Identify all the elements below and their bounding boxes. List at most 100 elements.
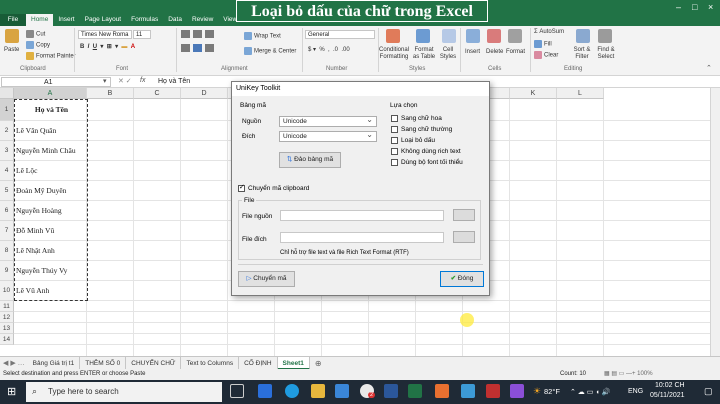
row-header[interactable]: 4 [0,161,14,181]
sort-filter-button[interactable]: Sort & Filter [571,47,593,61]
clock-time[interactable]: 10:02 CH [655,382,685,389]
dest-encoding-select[interactable]: Unicode [279,130,377,142]
option-checkbox[interactable] [391,158,398,166]
ribbon-tab-page-layout[interactable]: Page Layout [80,14,127,26]
sheet-tab[interactable]: CHUYỂN CHỮ [126,356,182,370]
delete-cells-icon[interactable] [487,29,501,43]
format-button[interactable]: Format [506,49,525,55]
select-all-corner[interactable] [0,88,14,99]
unikey-icon[interactable] [486,384,500,398]
sheet-tab[interactable]: Bảng Giá trị t1 [28,356,81,370]
ribbon-tab-insert[interactable]: Insert [53,14,79,26]
cell-styles-icon[interactable] [442,29,456,43]
notifications-icon[interactable]: ▢ [704,386,713,397]
row-header[interactable]: 8 [0,241,14,261]
row-header[interactable]: 12 [0,312,14,323]
close-button[interactable]: ✔ Đóng [440,271,484,287]
file-explorer-icon[interactable] [311,384,325,398]
tray-icons[interactable]: ⌃ ☁ ▭ ◖ 🔊 [570,388,610,396]
find-select-icon[interactable] [598,29,612,43]
row-header[interactable]: 11 [0,301,14,312]
row-header[interactable]: 6 [0,201,14,221]
option-checkbox[interactable] [391,114,398,122]
cut-button[interactable]: Cut [26,30,45,38]
align-center-icon[interactable] [193,44,202,52]
format-painter-button[interactable]: Format Painter [26,52,76,60]
file-source-input[interactable] [280,210,444,221]
copy-button[interactable]: Copy [26,41,50,49]
taskbar-search[interactable]: Type here to search [26,382,222,402]
column-header-d[interactable]: D [181,88,228,99]
app-icon-11[interactable] [510,384,524,398]
delete-button[interactable]: Delete [486,49,503,55]
convert-button[interactable]: ▷ Chuyển mã [238,271,295,287]
paste-button[interactable]: Paste [4,47,19,53]
close-icon[interactable]: × [708,2,713,12]
name-box-dropdown-icon[interactable]: ▾ [103,77,107,85]
option-checkbox[interactable] [391,125,398,133]
row-header[interactable]: 9 [0,261,14,281]
add-sheet-icon[interactable]: ⊕ [310,359,327,368]
app-icon-8[interactable] [435,384,449,398]
word-icon[interactable] [384,384,398,398]
minimize-icon[interactable]: – [676,2,681,12]
row-header[interactable]: 1 [0,99,14,121]
app-icon-1[interactable] [258,384,272,398]
input-language[interactable]: ENG [628,388,643,395]
swap-encoding-button[interactable]: ⇅ Đảo bảng mã [279,152,341,168]
row-header[interactable]: 14 [0,334,14,345]
insert-function-button[interactable]: fx [140,77,145,84]
column-header-b[interactable]: B [87,88,134,99]
option-item[interactable]: Dùng bộ font tối thiểu [391,158,463,169]
excel-icon[interactable] [408,384,422,398]
align-top-icon[interactable] [181,30,190,38]
option-item[interactable]: Sang chữ hoa [391,114,463,125]
align-left-icon[interactable] [181,44,190,52]
column-header-c[interactable]: C [134,88,181,99]
source-encoding-select[interactable]: Unicode [279,115,377,127]
app-icon-4[interactable] [335,384,349,398]
task-view-icon[interactable] [230,384,244,398]
sheet-tab[interactable]: CỐ ĐỊNH [239,356,278,370]
column-header-k[interactable]: K [510,88,557,99]
file-dest-input[interactable] [280,232,444,243]
option-item[interactable]: Loại bỏ dấu [391,136,463,147]
clipboard-option[interactable]: Chuyển mã clipboard [238,183,309,192]
font-name-select[interactable]: Times New Roma [78,30,132,39]
row-header[interactable]: 5 [0,181,14,201]
clock-date[interactable]: 05/11/2021 [650,392,685,399]
maximize-icon[interactable]: □ [692,2,697,12]
sheet-nav-arrows-icon[interactable]: ◀ ▶ … [0,359,28,367]
browse-dest-button[interactable] [453,231,475,243]
format-table-icon[interactable] [416,29,430,43]
row-header[interactable]: 7 [0,221,14,241]
view-buttons-icon[interactable]: ▦ ▤ ▭ —+ 100% [604,369,653,380]
paste-icon[interactable] [5,29,19,43]
option-checkbox[interactable] [391,147,398,155]
align-middle-icon[interactable] [193,30,202,38]
option-item[interactable]: Sang chữ thường [391,125,463,136]
clear-button[interactable]: Clear [534,51,558,59]
number-format-select[interactable]: General [305,30,375,39]
cancel-entry-icon[interactable]: ✕ ✓ [118,77,132,85]
row-header[interactable]: 3 [0,141,14,161]
bold-button[interactable]: B I U ▾ ⊞ ▾ ▬ A [80,43,135,50]
format-cells-icon[interactable] [508,29,522,43]
column-header-a[interactable]: A [14,88,87,99]
align-right-icon[interactable] [205,44,214,52]
app-icon-9[interactable] [461,384,475,398]
ribbon-tab-data[interactable]: Data [163,14,187,26]
number-format-buttons[interactable]: $ ▾ % , .0 .00 [308,46,350,53]
column-header-l[interactable]: L [557,88,604,99]
option-item[interactable]: Không dùng rich text [391,147,463,158]
ribbon-tab-file[interactable]: File [0,14,26,26]
wrap-text-button[interactable]: Wrap Text [244,32,281,40]
fill-button[interactable]: Fill [534,40,552,48]
cell-styles-button[interactable]: Cell Styles [438,47,458,61]
formula-input[interactable]: Họ và Tên [158,78,190,85]
autosum-button[interactable]: Σ AutoSum [534,29,564,35]
row-header[interactable]: 10 [0,281,14,301]
find-select-button[interactable]: Find & Select [594,47,618,61]
conditional-formatting-button[interactable]: Conditional Formatting [377,47,411,61]
conditional-formatting-icon[interactable] [386,29,400,43]
